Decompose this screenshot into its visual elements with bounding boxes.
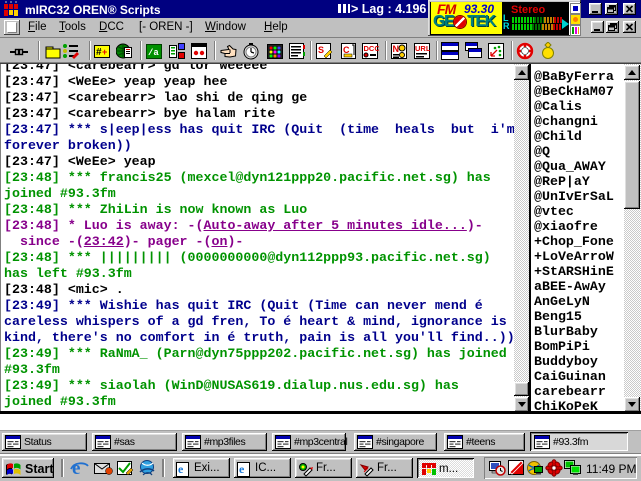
- svg-text:e: e: [178, 462, 184, 476]
- svg-text:e: e: [239, 462, 245, 476]
- svg-text:+: +: [102, 47, 107, 57]
- svg-text:DCC: DCC: [364, 44, 380, 53]
- svg-text:N: N: [393, 44, 400, 54]
- svg-text:C: C: [343, 45, 350, 55]
- svg-text:URL: URL: [415, 44, 430, 53]
- svg-text:S: S: [318, 45, 324, 55]
- svg-text:e: e: [72, 458, 80, 477]
- svg-text:/a: /a: [148, 48, 159, 58]
